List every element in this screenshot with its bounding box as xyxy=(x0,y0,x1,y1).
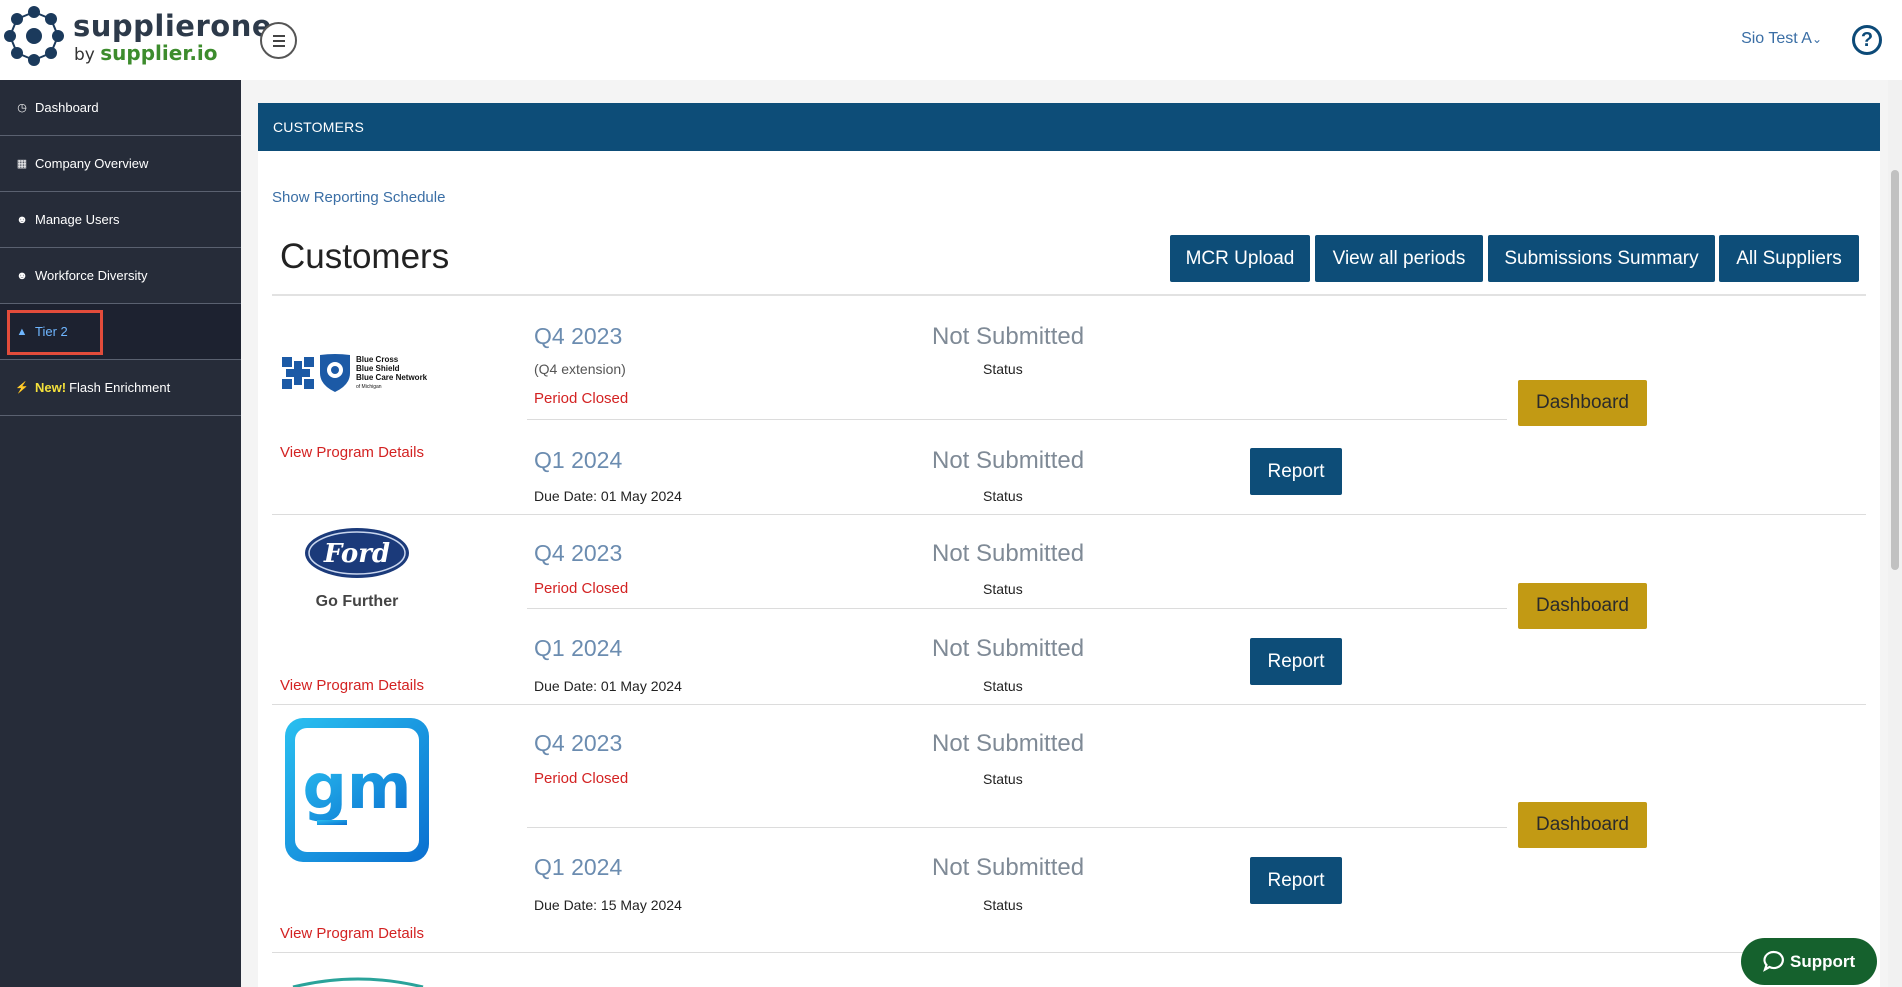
sidebar-item-manage-users[interactable]: ☻ Manage Users xyxy=(0,192,241,248)
period-closed-label: Period Closed xyxy=(534,390,629,407)
status-value: Not Submitted xyxy=(932,635,1085,662)
status-label: Status xyxy=(983,488,1023,504)
view-program-details-link[interactable]: View Program Details xyxy=(280,444,424,461)
brand-by-text: by xyxy=(74,45,95,65)
gm-logo: gm xyxy=(285,718,429,862)
due-date: Due Date: 01 May 2024 xyxy=(534,678,682,694)
period-label: Q4 2023 xyxy=(534,730,623,756)
customers-panel: CUSTOMERS Show Reporting Schedule Custom… xyxy=(258,103,1880,987)
view-program-details-link[interactable]: View Program Details xyxy=(280,925,424,942)
users-icon: ☻ xyxy=(16,213,28,226)
hamburger-icon-line xyxy=(273,40,285,42)
status-value: Not Submitted xyxy=(932,730,1085,757)
period-label: Q1 2024 xyxy=(534,854,623,880)
dashboard-button[interactable]: Dashboard xyxy=(1518,802,1647,848)
sidebar-item-tier-2[interactable]: ▲ Tier 2 xyxy=(0,304,241,360)
brand-name: supplierone xyxy=(73,9,273,43)
status-label: Status xyxy=(983,678,1023,694)
hamburger-icon-line xyxy=(273,35,285,37)
status-value: Not Submitted xyxy=(932,323,1085,350)
brand-by: by supplier.io xyxy=(74,41,218,65)
help-circle-icon[interactable]: ? xyxy=(1852,25,1882,55)
dashboard-button[interactable]: Dashboard xyxy=(1518,380,1647,426)
chat-icon xyxy=(1763,950,1784,972)
user-menu[interactable]: Sio Test A⌄ xyxy=(1741,30,1822,48)
user-name: Sio Test A xyxy=(1741,30,1812,47)
top-header: supplierone by supplier.io Sio Test A⌄ ? xyxy=(0,0,1902,80)
scrollbar-thumb[interactable] xyxy=(1891,170,1899,570)
period-divider xyxy=(527,419,1507,420)
ford-tagline: Go Further xyxy=(316,593,399,610)
period-closed-label: Period Closed xyxy=(534,770,629,787)
show-reporting-schedule-link[interactable]: Show Reporting Schedule xyxy=(272,189,445,206)
due-date: Due Date: 01 May 2024 xyxy=(534,488,682,504)
sidebar: ◷ Dashboard ▦ Company Overview ☻ Manage … xyxy=(0,80,241,987)
status-label: Status xyxy=(983,771,1023,787)
period-divider xyxy=(527,827,1507,828)
all-suppliers-button[interactable]: All Suppliers xyxy=(1719,235,1859,282)
period-label: Q4 2023 xyxy=(534,323,623,349)
highlight-box xyxy=(7,310,103,355)
users-icon: ☻ xyxy=(16,269,28,282)
sidebar-item-flash-enrichment[interactable]: ⚡ New! Flash Enrichment xyxy=(0,360,241,416)
mcr-upload-button[interactable]: MCR Upload xyxy=(1170,235,1310,282)
gm-wordmark: gm xyxy=(303,750,412,823)
status-label: Status xyxy=(983,897,1023,913)
period-closed-label: Period Closed xyxy=(534,580,629,597)
due-date: Due Date: 15 May 2024 xyxy=(534,897,682,913)
page-title: Customers xyxy=(280,237,450,276)
next-customer-logo-partial xyxy=(292,977,424,987)
sidebar-item-label: Company Overview xyxy=(35,156,149,171)
status-value: Not Submitted xyxy=(932,854,1085,881)
report-button[interactable]: Report xyxy=(1250,857,1342,904)
building-icon: ▦ xyxy=(16,158,28,170)
view-all-periods-button[interactable]: View all periods xyxy=(1315,235,1483,282)
support-button[interactable]: Support xyxy=(1741,938,1877,985)
period-label: Q1 2024 xyxy=(534,447,623,473)
new-badge: New! xyxy=(35,380,67,395)
support-label: Support xyxy=(1790,952,1856,971)
bcbs-logo-text: Blue Cross Blue Shield Blue Care Network of… xyxy=(356,355,428,390)
period-divider xyxy=(527,608,1507,609)
sidebar-item-label: Manage Users xyxy=(35,212,120,227)
report-button[interactable]: Report xyxy=(1250,638,1342,685)
period-label: Q1 2024 xyxy=(534,635,623,661)
sidebar-item-dashboard[interactable]: ◷ Dashboard xyxy=(0,80,241,136)
period-label: Q4 2023 xyxy=(534,540,623,566)
period-extension: (Q4 extension) xyxy=(534,361,626,377)
hamburger-icon-line xyxy=(273,45,285,47)
panel-title: CUSTOMERS xyxy=(258,103,1880,151)
status-label: Status xyxy=(983,581,1023,597)
divider xyxy=(272,294,1866,296)
customer-divider xyxy=(272,704,1866,705)
sidebar-item-workforce-diversity[interactable]: ☻ Workforce Diversity xyxy=(0,248,241,304)
brand-sub: supplier.io xyxy=(100,41,218,65)
report-button[interactable]: Report xyxy=(1250,448,1342,495)
lightning-icon: ⚡ xyxy=(15,382,29,394)
status-value: Not Submitted xyxy=(932,540,1085,567)
status-value: Not Submitted xyxy=(932,447,1085,474)
ford-wordmark: Ford xyxy=(323,539,390,569)
view-program-details-link[interactable]: View Program Details xyxy=(280,677,424,694)
customer-divider xyxy=(272,952,1866,953)
status-label: Status xyxy=(983,361,1023,377)
sidebar-item-company-overview[interactable]: ▦ Company Overview xyxy=(0,136,241,192)
chevron-down-icon: ⌄ xyxy=(1811,32,1822,46)
sidebar-item-label: Dashboard xyxy=(35,100,99,115)
network-logo-icon xyxy=(4,6,64,66)
sidebar-item-label: Workforce Diversity xyxy=(35,268,148,283)
sidebar-item-label: Flash Enrichment xyxy=(69,380,171,395)
menu-toggle-button[interactable] xyxy=(260,22,297,59)
submissions-summary-button[interactable]: Submissions Summary xyxy=(1488,235,1715,282)
customer-divider xyxy=(272,514,1866,515)
supplierone-logo[interactable]: supplierone by supplier.io xyxy=(0,2,272,68)
bcbs-logo: Blue Cross Blue Shield Blue Care Network of… xyxy=(282,354,428,392)
dashboard-icon: ◷ xyxy=(17,102,27,114)
dashboard-button[interactable]: Dashboard xyxy=(1518,583,1647,629)
page-scrollbar[interactable] xyxy=(1888,80,1902,987)
ford-logo: Ford Go Further xyxy=(305,528,409,610)
